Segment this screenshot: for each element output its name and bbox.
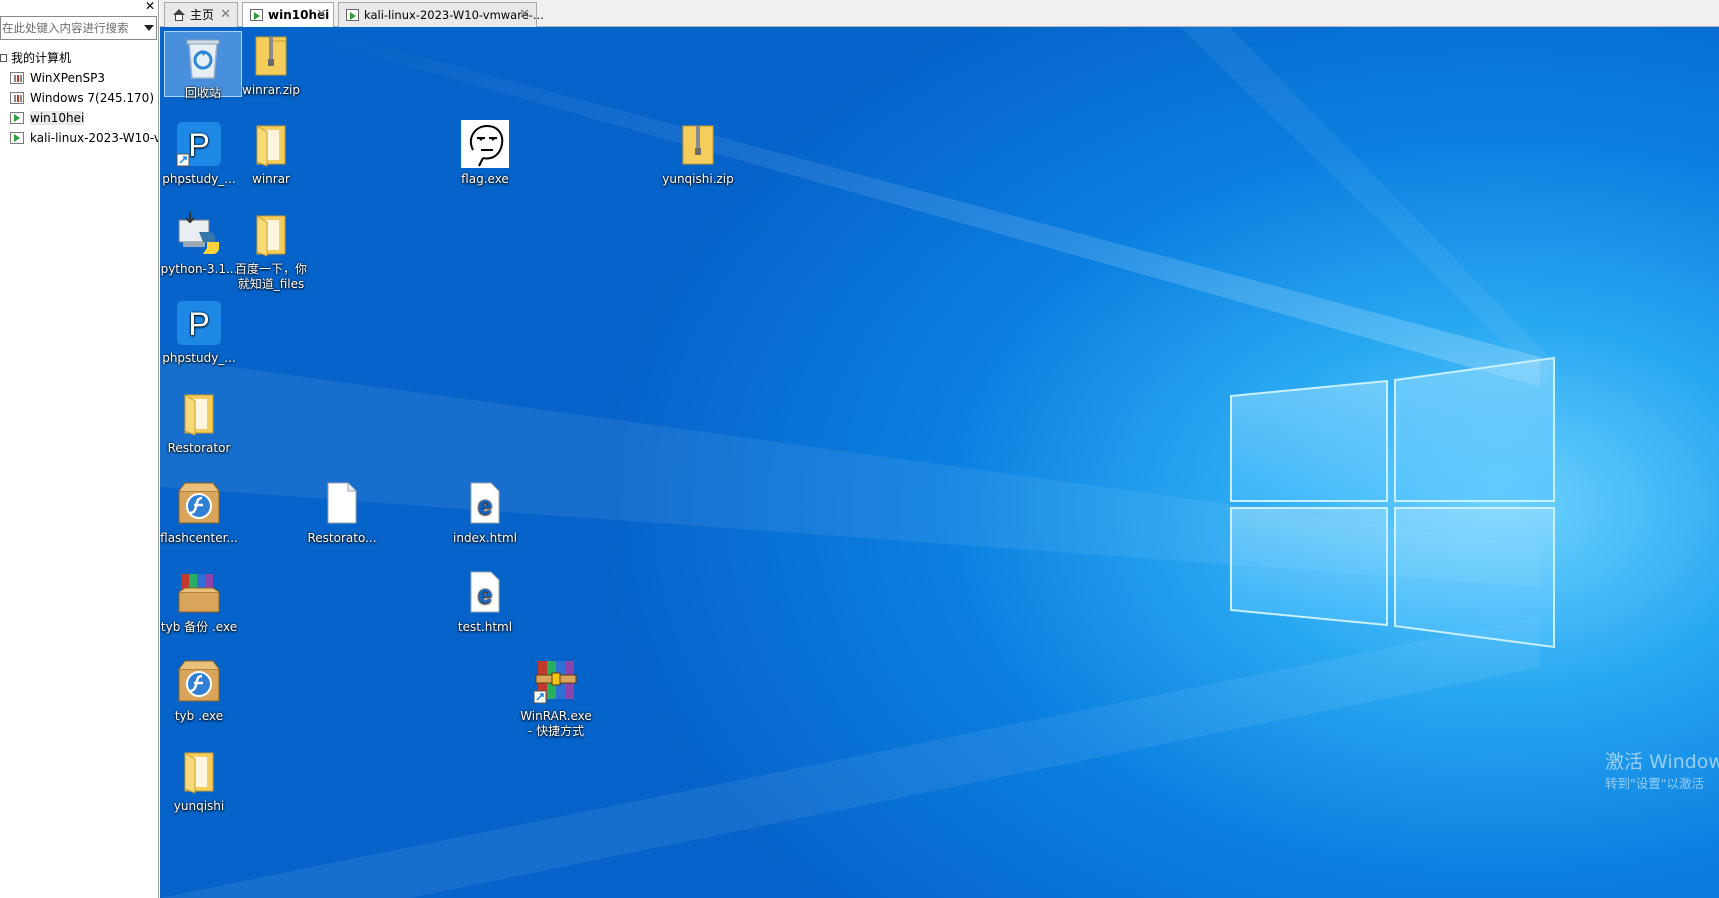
vm-running-icon <box>10 132 24 144</box>
library-sidebar: ✕ 我的计算机 WinXPenSP3 Windows 7(245.170) wi… <box>0 0 159 898</box>
icon-label: python-3.1... <box>160 262 238 276</box>
meme-face-icon <box>461 120 509 168</box>
icon-label: Restorator <box>167 441 231 455</box>
python-installer-icon <box>175 210 223 258</box>
tree-item-windows7[interactable]: Windows 7(245.170) <box>0 88 158 108</box>
tree-item-label: WinXPenSP3 <box>30 71 106 85</box>
activation-watermark: 激活 Window 转到"设置"以激活 <box>1605 750 1719 794</box>
vm-running-icon <box>250 9 263 21</box>
desktop-icon-winrar-zip[interactable]: winrar.zip <box>232 31 310 98</box>
icon-label: tyb .exe <box>174 709 224 723</box>
blank-file-icon <box>318 479 366 527</box>
collapse-icon[interactable] <box>0 54 7 62</box>
desktop-icon-recycle-bin[interactable]: 回收站 <box>164 31 242 100</box>
icon-label: phpstudy_... <box>162 351 236 365</box>
folder-icon <box>247 210 295 258</box>
icon-label: yunqishi <box>173 799 225 813</box>
search-input[interactable] <box>1 17 139 39</box>
tab-label: 主页 <box>190 8 215 22</box>
folder-icon <box>175 747 223 795</box>
icon-label: phpstudy_... <box>162 172 236 186</box>
desktop-icon-restorator-file[interactable]: Restorato... <box>303 479 381 546</box>
vm-desktop[interactable]: 回收站 winrar.zip P phpstudy_... winrar fla… <box>160 27 1719 898</box>
desktop-icon-winrar-folder[interactable]: winrar <box>232 120 310 187</box>
vm-running-icon <box>346 9 359 21</box>
desktop-icon-test-html[interactable]: e test.html <box>446 568 524 635</box>
desktop-icon-python[interactable]: python-3.1... <box>160 210 238 277</box>
desktop-icon-tyb-exe[interactable]: tyb .exe <box>160 657 238 724</box>
svg-text:e: e <box>478 490 492 520</box>
zip-folder-icon <box>674 120 722 168</box>
zip-folder-icon <box>247 31 295 79</box>
tab-label: kali-linux-2023-W10-vmware-... <box>364 8 544 22</box>
tree-item-label: win10hei <box>30 111 85 125</box>
svg-text:e: e <box>478 579 492 609</box>
folder-icon <box>175 389 223 437</box>
windows-logo-wallpaper <box>160 27 1555 898</box>
icon-label: Restorato... <box>307 531 377 545</box>
tab-close-button[interactable]: ✕ <box>220 3 231 27</box>
desktop-icon-phpstudy-2[interactable]: P phpstudy_... <box>160 299 238 366</box>
tree-item-winxp[interactable]: WinXPenSP3 <box>0 68 158 88</box>
vm-tree: 我的计算机 WinXPenSP3 Windows 7(245.170) win1… <box>0 48 158 148</box>
edge-html-file-icon: e <box>461 568 509 616</box>
desktop-icon-winrar-shortcut[interactable]: WinRAR.exe - 快捷方式 <box>517 657 595 739</box>
folder-icon <box>247 120 295 168</box>
icon-label: flashcenter... <box>160 531 238 545</box>
tree-root-label: 我的计算机 <box>11 51 72 65</box>
tab-win10hei[interactable]: win10hei ✕ <box>242 2 334 28</box>
watermark-line-1: 激活 Window <box>1605 751 1719 773</box>
desktop-icon-phpstudy-1[interactable]: P phpstudy_... <box>160 120 238 187</box>
tab-kali[interactable]: kali-linux-2023-W10-vmware-... ✕ <box>338 2 544 27</box>
tab-close-button[interactable]: ✕ <box>316 3 327 27</box>
desktop-icon-restorator-folder[interactable]: Restorator <box>160 389 238 456</box>
icon-label: winrar.zip <box>242 83 300 97</box>
vm-off-icon <box>10 72 24 84</box>
desktop-icon-yunqishi-zip[interactable]: yunqishi.zip <box>659 120 737 187</box>
icon-label: WinRAR.exe - 快捷方式 <box>520 709 592 738</box>
desktop-icon-flashcenter[interactable]: flashcenter... <box>160 479 238 546</box>
tree-item-win10hei[interactable]: win10hei <box>0 108 158 128</box>
icon-label: 百度一下，你就知道_files <box>234 262 307 291</box>
dropdown-arrow-icon[interactable] <box>144 25 154 31</box>
recycle-bin-icon <box>179 34 227 82</box>
icon-label: 回收站 <box>184 86 221 100</box>
tab-bar: 主页 ✕ win10hei ✕ kali-linux-2023-W10-vmwa… <box>160 0 1719 28</box>
phpstudy-icon: P <box>175 299 223 347</box>
svg-text:P: P <box>188 306 209 342</box>
search-box[interactable] <box>0 16 157 40</box>
edge-html-file-icon: e <box>461 479 509 527</box>
tree-item-label: Windows 7(245.170) <box>30 91 155 105</box>
desktop-icon-tyb-backup-exe[interactable]: tyb 备份 .exe <box>160 568 238 635</box>
desktop-icon-flag-exe[interactable]: flag.exe <box>446 120 524 187</box>
desktop-icon-index-html[interactable]: e index.html <box>446 479 524 546</box>
icon-label: index.html <box>453 531 517 545</box>
svg-text:P: P <box>188 127 209 163</box>
tree-item-label: kali-linux-2023-W10-vmware <box>30 131 158 145</box>
flash-package-icon <box>175 657 223 705</box>
vm-running-icon <box>10 112 24 124</box>
winrar-icon <box>532 657 580 705</box>
tab-home[interactable]: 主页 ✕ <box>164 2 238 27</box>
icon-label: test.html <box>457 620 513 634</box>
icon-label: tyb 备份 .exe <box>160 620 238 634</box>
icon-label: yunqishi.zip <box>662 172 734 186</box>
flash-package-icon <box>175 479 223 527</box>
desktop-icon-baidu-files-folder[interactable]: 百度一下，你就知道_files <box>232 210 310 292</box>
tab-close-button[interactable]: ✕ <box>519 3 530 27</box>
icon-label: winrar <box>252 172 290 186</box>
winrar-archive-icon <box>175 568 223 616</box>
tree-item-kali[interactable]: kali-linux-2023-W10-vmware <box>0 128 158 148</box>
vm-off-icon <box>10 92 24 104</box>
icon-label: flag.exe <box>461 172 509 186</box>
desktop-icon-yunqishi-folder[interactable]: yunqishi <box>160 747 238 814</box>
close-sidebar-button[interactable]: ✕ <box>143 0 157 12</box>
home-icon <box>172 9 185 21</box>
tree-root-my-computer[interactable]: 我的计算机 <box>0 48 158 68</box>
watermark-line-2: 转到"设置"以激活 <box>1605 776 1704 791</box>
phpstudy-icon: P <box>175 120 223 168</box>
